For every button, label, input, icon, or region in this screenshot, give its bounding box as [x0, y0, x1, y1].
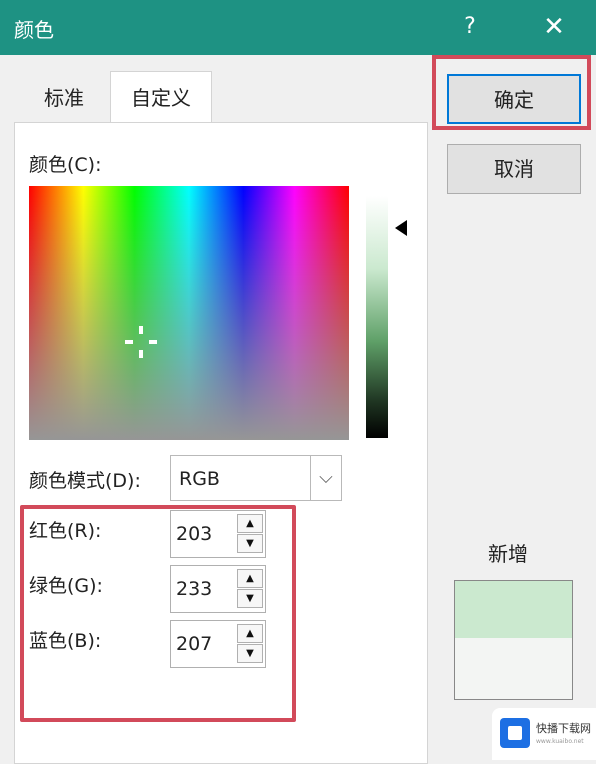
title-bar: 颜色 ? ✕ — [0, 0, 596, 55]
crosshair-icon[interactable] — [125, 326, 157, 358]
new-color-swatch — [455, 581, 572, 638]
tab-custom[interactable]: 自定义 — [110, 71, 212, 123]
color-model-select[interactable]: RGB ⌵ — [170, 455, 342, 501]
watermark: 快播下载网 www.kuaibo.net — [492, 708, 596, 760]
luminance-arrow-icon[interactable] — [395, 220, 407, 236]
color-model-label: 颜色模式(D): — [29, 470, 141, 492]
ok-button[interactable]: 确定 — [447, 74, 581, 124]
color-spectrum[interactable] — [29, 186, 349, 440]
watermark-subtext: www.kuaibo.net — [536, 738, 584, 745]
rgb-highlight-box — [20, 505, 296, 722]
current-color-swatch — [455, 638, 572, 699]
color-preview — [454, 580, 573, 700]
color-model-value: RGB — [179, 468, 220, 490]
chevron-down-icon[interactable]: ⌵ — [310, 456, 341, 500]
luminance-slider[interactable] — [366, 196, 388, 438]
new-color-label: 新增 — [488, 542, 528, 566]
watermark-logo-icon — [500, 718, 530, 748]
watermark-text: 快播下载网 — [536, 722, 591, 735]
colors-label: 颜色(C): — [29, 154, 102, 176]
window-title: 颜色 — [14, 18, 54, 42]
help-button[interactable]: ? — [455, 8, 485, 46]
close-button[interactable]: ✕ — [535, 8, 573, 46]
tab-standard[interactable]: 标准 — [22, 75, 106, 121]
cancel-button[interactable]: 取消 — [447, 144, 581, 194]
